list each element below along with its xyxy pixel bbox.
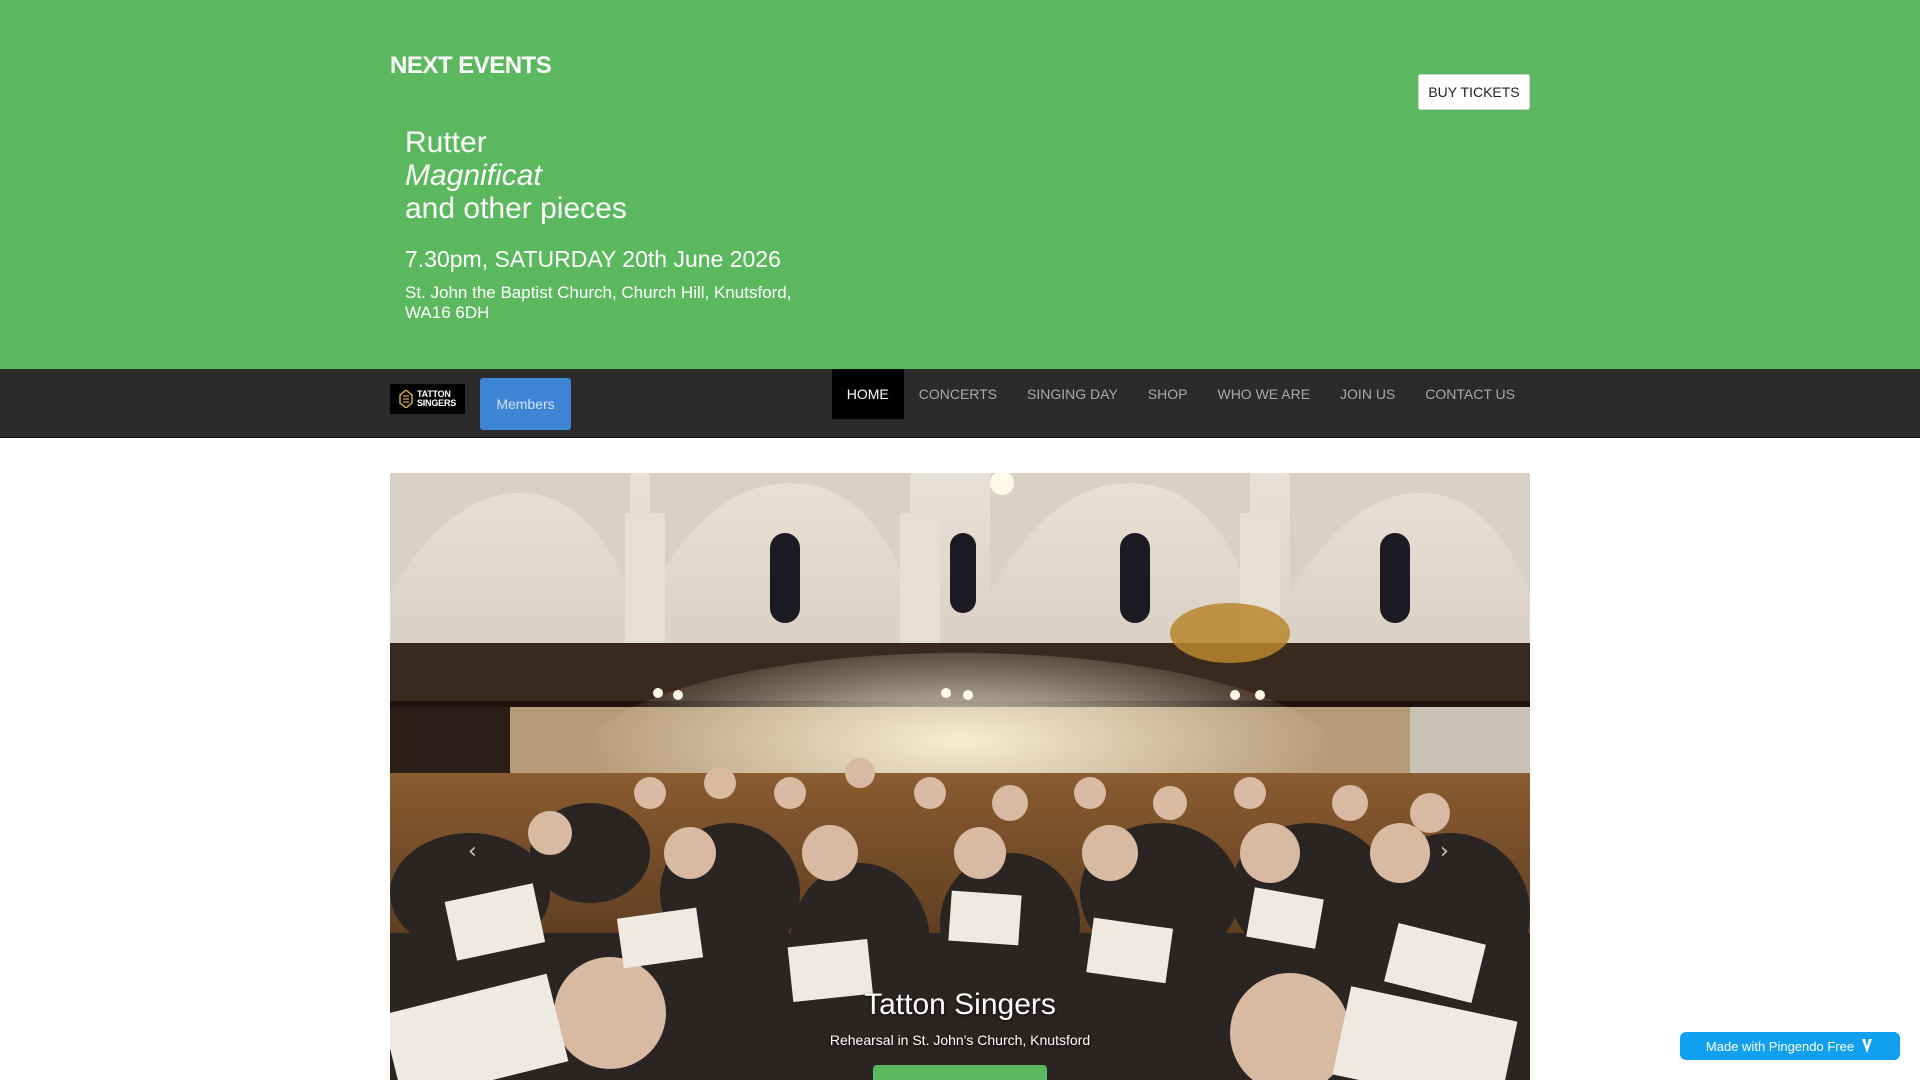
caption-subtitle: Rehearsal in St. John's Church, Knutsfor… [829,1032,1091,1048]
event-title-extra: and other pieces [405,192,627,225]
next-events-heading: NEXT EVENTS [390,52,552,79]
nav-join-us[interactable]: JOIN US [1325,369,1410,419]
nav-shop[interactable]: SHOP [1133,369,1203,419]
next-events-section: NEXT EVENTS BUY TICKETS Rutter Magnifica… [0,0,1920,369]
members-button[interactable]: Members [480,378,571,430]
event-time: 7.30pm, SATURDAY 20th June 2026 [405,246,781,272]
nav-home[interactable]: HOME [831,369,904,419]
logo-wordmark: TATTON SINGERS [417,390,456,408]
nav-singing-day[interactable]: SINGING DAY [1012,369,1133,419]
pingendo-label: Made with Pingendo Free [1705,1038,1855,1054]
tatton-singers-logo[interactable]: TATTON SINGERS [390,384,465,414]
logo-text-line2: SINGERS [416,398,457,408]
main-navbar: TATTON SINGERS Members HOME CONCERTS SIN… [0,369,1920,438]
carousel-cta-button[interactable] [873,1065,1047,1080]
nav-links: HOME CONCERTS SINGING DAY SHOP WHO WE AR… [831,369,1530,419]
buy-tickets-button[interactable]: BUY TICKETS [1418,74,1530,110]
event-work: Magnificat [405,159,542,192]
nav-contact-us[interactable]: CONTACT US [1410,369,1530,419]
event-composer: Rutter [405,126,487,159]
nav-who-we-are[interactable]: WHO WE ARE [1202,369,1325,419]
caption-title: Tatton Singers [864,988,1056,1021]
pingendo-badge[interactable]: Made with Pingendo Free [1680,1032,1900,1060]
event-title: Rutter Magnificat and other pieces [405,126,627,225]
nav-concerts[interactable]: CONCERTS [904,369,1012,419]
carousel-caption: Tatton Singers Rehearsal in St. John's C… [390,988,1530,1048]
pingendo-icon [1862,1039,1873,1053]
event-venue: St. John the Baptist Church, Church Hill… [405,283,792,322]
chevron-right-icon[interactable]: › [1440,839,1449,864]
logo-mark-icon [399,390,413,408]
chevron-left-icon[interactable]: ‹ [468,839,477,864]
hero-carousel: ‹ › Tatton Singers Rehearsal in St. John… [390,473,1530,1080]
